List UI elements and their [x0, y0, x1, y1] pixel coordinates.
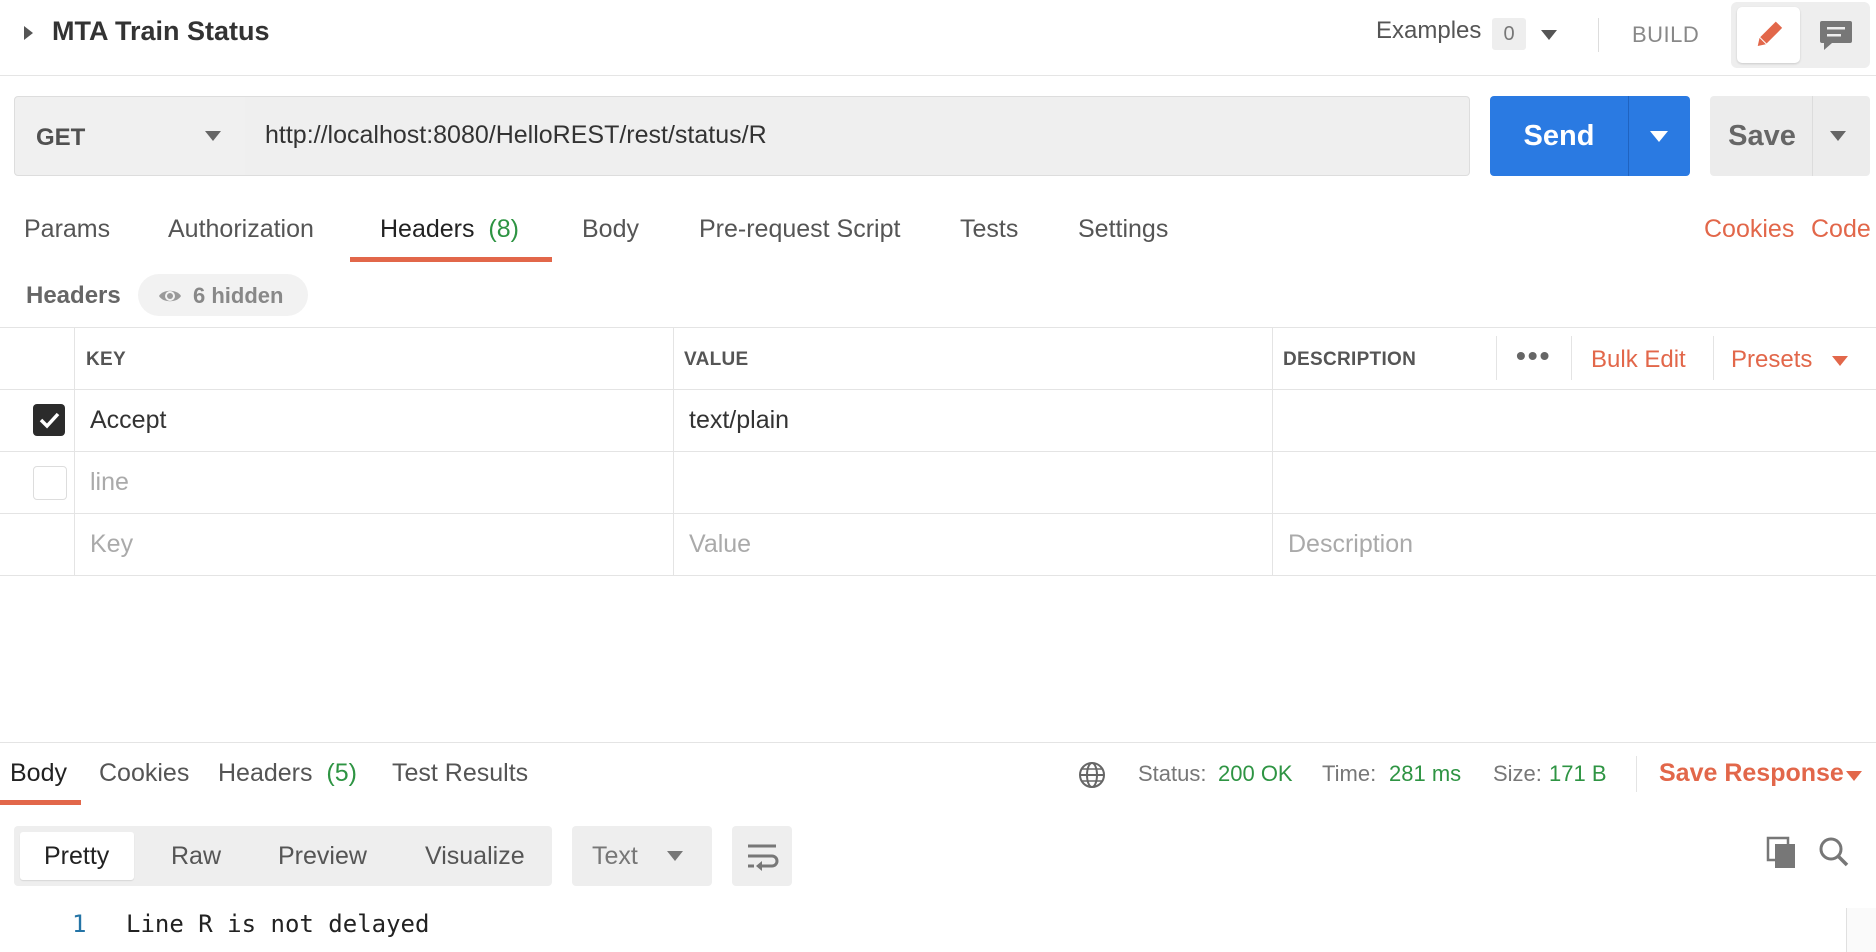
column-header-description: DESCRIPTION	[1283, 349, 1417, 370]
tab-prerequest-script[interactable]: Pre-request Script	[699, 215, 900, 244]
tab-headers-count: (8)	[488, 215, 519, 243]
response-tab-headers[interactable]: Headers (5)	[218, 759, 357, 788]
divider	[1628, 96, 1629, 176]
header-key-cell[interactable]: line	[90, 468, 129, 497]
save-button[interactable]: Save	[1710, 96, 1814, 176]
header-enabled-checkbox[interactable]	[33, 404, 65, 436]
send-button[interactable]: Send	[1490, 96, 1628, 176]
hidden-headers-count: 6 hidden	[193, 283, 284, 308]
size-label: Size:	[1493, 761, 1542, 786]
column-divider	[74, 327, 75, 575]
table-border	[0, 451, 1876, 452]
pencil-icon	[1757, 21, 1783, 46]
format-preview[interactable]: Preview	[278, 842, 367, 871]
column-divider	[1272, 327, 1273, 575]
expand-caret-icon[interactable]	[24, 26, 33, 40]
column-divider	[1713, 336, 1714, 380]
url-value: http://localhost:8080/HelloREST/rest/sta…	[265, 121, 767, 149]
format-raw[interactable]: Raw	[171, 842, 221, 871]
eye-icon	[158, 284, 182, 313]
edit-mode-button[interactable]	[1737, 7, 1800, 63]
request-header-bar	[0, 0, 1876, 76]
search-icon[interactable]	[1818, 836, 1850, 873]
save-response-button[interactable]: Save Response	[1659, 759, 1844, 788]
tab-headers-label: Headers	[380, 215, 475, 243]
time-value[interactable]: 281 ms	[1389, 761, 1461, 787]
header-enabled-checkbox[interactable]	[33, 466, 67, 500]
scrollbar[interactable]	[1846, 908, 1876, 952]
request-title[interactable]: MTA Train Status	[52, 16, 270, 47]
response-divider	[0, 742, 1876, 743]
column-divider	[1496, 336, 1497, 380]
status-value[interactable]: 200 OK	[1218, 761, 1293, 787]
presets-chevron-icon[interactable]	[1832, 356, 1848, 366]
wrap-lines-button[interactable]	[732, 826, 792, 886]
response-tab-headers-count: (5)	[326, 759, 357, 787]
globe-icon[interactable]	[1077, 760, 1107, 795]
response-tab-headers-label: Headers	[218, 759, 313, 787]
active-tab-indicator	[350, 257, 552, 262]
save-options-chevron-icon[interactable]	[1830, 131, 1846, 141]
divider	[1812, 96, 1813, 176]
table-border	[0, 389, 1876, 390]
format-visualize[interactable]: Visualize	[425, 842, 525, 871]
code-link[interactable]: Code	[1811, 215, 1871, 244]
response-body-line[interactable]: Line R is not delayed	[126, 910, 429, 938]
description-input[interactable]: Description	[1288, 530, 1413, 559]
bulk-edit-button[interactable]: Bulk Edit	[1591, 346, 1686, 374]
column-divider	[1571, 336, 1572, 380]
response-tab-cookies[interactable]: Cookies	[99, 759, 189, 788]
cookies-link[interactable]: Cookies	[1704, 215, 1794, 244]
column-divider	[673, 327, 674, 575]
table-border	[0, 327, 1876, 328]
line-number: 1	[72, 910, 87, 938]
tab-tests[interactable]: Tests	[960, 215, 1018, 244]
tab-params[interactable]: Params	[24, 215, 110, 244]
divider	[1636, 756, 1637, 792]
presets-dropdown[interactable]: Presets	[1731, 346, 1812, 374]
more-options-icon[interactable]: •••	[1516, 340, 1551, 372]
table-border	[0, 513, 1876, 514]
build-label[interactable]: BUILD	[1632, 22, 1699, 48]
wrap-icon	[748, 844, 779, 871]
tab-headers[interactable]: Headers (8)	[380, 215, 519, 244]
comment-mode-button[interactable]	[1805, 7, 1865, 63]
copy-icon[interactable]	[1766, 836, 1798, 875]
send-options-chevron-icon[interactable]	[1650, 131, 1668, 142]
chevron-down-icon	[667, 851, 683, 861]
method-value: GET	[36, 124, 86, 151]
column-header-key: KEY	[86, 349, 126, 370]
chevron-down-icon	[205, 131, 221, 141]
key-input[interactable]: Key	[90, 530, 133, 559]
table-border	[0, 575, 1876, 576]
header-key-cell[interactable]: Accept	[90, 406, 166, 435]
column-header-value: VALUE	[684, 349, 749, 370]
format-pretty[interactable]: Pretty	[44, 842, 109, 871]
value-input[interactable]: Value	[689, 530, 751, 559]
status-label: Status:	[1138, 761, 1207, 786]
response-tab-test-results[interactable]: Test Results	[392, 759, 528, 788]
check-icon	[39, 412, 60, 429]
headers-section-title: Headers	[26, 282, 121, 309]
save-response-chevron-icon[interactable]	[1846, 771, 1862, 781]
divider	[1598, 18, 1599, 52]
language-value: Text	[592, 842, 638, 870]
tab-body[interactable]: Body	[582, 215, 639, 244]
examples-count-badge: 0	[1492, 18, 1526, 50]
examples-label[interactable]: Examples	[1376, 17, 1481, 45]
size-value[interactable]: 171 B	[1549, 761, 1607, 787]
tab-settings[interactable]: Settings	[1078, 215, 1168, 244]
response-tab-body[interactable]: Body	[10, 759, 67, 788]
comment-icon	[1820, 21, 1852, 50]
time-label: Time:	[1322, 761, 1377, 786]
examples-dropdown-icon[interactable]	[1541, 30, 1557, 40]
active-tab-indicator	[0, 800, 81, 805]
header-value-cell[interactable]: text/plain	[689, 406, 789, 435]
tab-authorization[interactable]: Authorization	[168, 215, 314, 244]
